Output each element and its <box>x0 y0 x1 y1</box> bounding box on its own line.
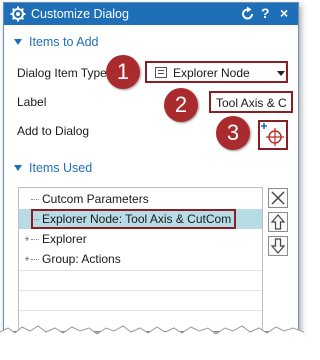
tree-item-cutcom-parameters[interactable]: Cutcom Parameters <box>19 189 262 209</box>
arrow-down-icon <box>270 238 286 254</box>
label-input-value: Tool Axis & C <box>216 96 287 110</box>
items-to-add-header[interactable]: Items to Add <box>4 33 298 51</box>
expand-plus-icon[interactable]: + <box>23 255 31 264</box>
tree-item-explorer-node[interactable]: Explorer Node: Tool Axis & CutCom <box>19 209 262 229</box>
add-to-dialog-button[interactable] <box>258 120 288 150</box>
add-to-dialog-label: Add to Dialog <box>17 124 90 138</box>
tree-item-label: Cutcom Parameters <box>42 192 149 206</box>
explorer-node-icon <box>155 67 167 78</box>
tree-item-label: Group: Actions <box>42 252 121 266</box>
add-crosshair-icon <box>261 123 284 146</box>
dialog-item-type-value: Explorer Node <box>173 66 250 80</box>
customize-dialog: Customize Dialog ? × Items to Add Dialog… <box>3 2 299 332</box>
arrow-up-icon <box>270 214 286 230</box>
close-x-icon <box>271 191 285 205</box>
move-up-button[interactable] <box>268 212 288 232</box>
dialog-item-type-dropdown[interactable]: Explorer Node <box>145 61 288 83</box>
help-icon[interactable]: ? <box>261 5 270 21</box>
tree-item-label: Explorer <box>42 232 87 246</box>
title-bar: Customize Dialog ? × <box>4 3 298 25</box>
items-to-add-title: Items to Add <box>29 35 99 49</box>
remove-button[interactable] <box>268 188 288 208</box>
tree-item-explorer[interactable]: + Explorer <box>19 229 262 249</box>
expand-plus-icon[interactable]: + <box>23 235 31 244</box>
gear-icon <box>10 6 26 22</box>
items-used-title: Items Used <box>29 161 93 175</box>
callout-1-badge: 1 <box>106 55 140 89</box>
tree-item-label: Explorer Node: Tool Axis & CutCom <box>42 212 232 226</box>
callout-2-badge: 2 <box>164 88 198 122</box>
label-field-label: Label <box>17 95 47 109</box>
callout-3-badge: 3 <box>216 116 250 150</box>
collapse-triangle-icon[interactable] <box>14 39 22 45</box>
items-used-tree[interactable]: Cutcom Parameters Explorer Node: Tool Ax… <box>18 187 263 331</box>
label-input[interactable]: Tool Axis & C <box>209 91 293 113</box>
reset-icon[interactable] <box>241 6 255 22</box>
dialog-title: Customize Dialog <box>31 7 129 21</box>
close-icon[interactable]: × <box>280 5 288 21</box>
collapse-triangle-icon[interactable] <box>14 165 22 171</box>
move-down-button[interactable] <box>268 236 288 256</box>
torn-edge <box>0 325 304 360</box>
tree-item-group-actions[interactable]: + Group: Actions <box>19 249 262 269</box>
chevron-down-icon[interactable] <box>277 71 285 76</box>
dialog-item-type-label: Dialog Item Type <box>17 66 107 80</box>
items-used-header[interactable]: Items Used <box>4 159 298 177</box>
